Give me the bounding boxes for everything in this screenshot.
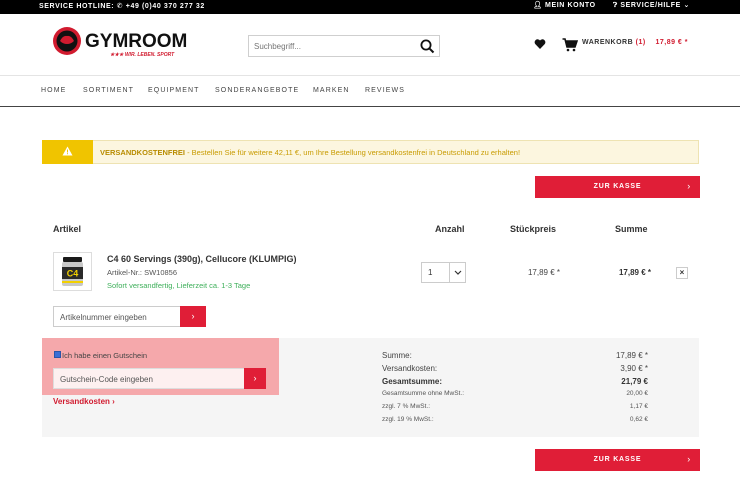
shipping-costs-link[interactable]: Versandkosten › [53, 397, 115, 406]
coupon-code-input[interactable]: Gutschein-Code eingeben [53, 368, 245, 389]
header-quantity: Anzahl [435, 224, 465, 234]
unit-price: 17,89 € * [527, 268, 560, 277]
cart-total: 17,89 € * [655, 39, 688, 46]
cart-count: (1) [635, 39, 646, 46]
summary-value: 3,90 € * [620, 364, 648, 373]
close-icon: × [679, 268, 685, 277]
delivery-status: Sofort versandfertig, Lieferzeit ca. 1-3… [107, 281, 251, 290]
article-number-input[interactable]: Artikelnummer eingeben [53, 306, 181, 327]
heart-icon[interactable] [534, 38, 546, 50]
chevron-right-icon: › [687, 181, 691, 191]
cart-label: WARENKORB [582, 39, 634, 46]
header-sum: Summe [615, 224, 648, 234]
nav-home[interactable]: HOME [41, 87, 66, 94]
nav-sortiment[interactable]: SORTIMENT [83, 87, 134, 94]
gymroom-logo[interactable]: GYMROOM ★★★ WIR. LEBEN. SPORT [52, 25, 202, 59]
question-icon: ❓︎ [613, 2, 618, 9]
checkout-label: ZUR KASSE [593, 456, 642, 463]
nav-equipment[interactable]: EQUIPMENT [148, 87, 200, 94]
account-label: MEIN KONTO [545, 2, 596, 9]
quantity-value: 1 [428, 268, 433, 277]
account-link[interactable]: 👤︎ MEIN KONTO [533, 1, 596, 9]
summary-label: zzgl. 19 % MwSt.: [382, 416, 434, 423]
nav-reviews[interactable]: REVIEWS [365, 87, 405, 94]
logo-wordmark: GYMROOM [85, 31, 187, 52]
summary-value: 1,17 € [629, 403, 648, 410]
product-image[interactable]: C4 [53, 252, 92, 291]
phone-icon: ✆ [116, 3, 124, 10]
chevron-right-icon: › [687, 454, 691, 464]
logo-slogan: ★★★ WIR. LEBEN. SPORT [110, 52, 175, 58]
service-menu[interactable]: ❓︎ SERVICE/HILFE ⌄ [613, 1, 690, 10]
shipping-costs-label: Versandkosten [53, 397, 110, 406]
main-navigation: HOME SORTIMENT EQUIPMENT SONDERANGEBOTE … [0, 77, 740, 107]
chevron-right-icon: › [253, 373, 257, 383]
checkout-button-top[interactable]: ZUR KASSE › [535, 176, 700, 198]
summary-label: Versandkosten: [382, 364, 438, 373]
notice-text: VERSANDKOSTENFREI - Bestellen Sie für we… [100, 148, 520, 157]
cart-link[interactable]: WARENKORB (1) 17,89 € * [582, 39, 688, 46]
checkout-button-bottom[interactable]: ZUR KASSE › [535, 449, 700, 471]
product-image-label: C4 [67, 269, 79, 279]
line-total: 17,89 € * [618, 268, 651, 277]
coupon-checkbox[interactable] [54, 351, 61, 358]
search-icon [420, 39, 435, 54]
warning-icon [62, 146, 73, 156]
product-sku: Artikel-Nr.: SW10856 [107, 268, 178, 277]
header-article: Artikel [53, 224, 82, 234]
service-label: SERVICE/HILFE [620, 2, 681, 9]
summary-label: zzgl. 7 % MwSt.: [382, 403, 431, 410]
hotline-number[interactable]: +49 (0)40 370 277 32 [126, 3, 205, 10]
search-box [248, 35, 440, 57]
product-name[interactable]: C4 60 Servings (390g), Cellucore (KLUMPI… [107, 254, 297, 264]
notice-title: VERSANDKOSTENFREI [100, 148, 186, 157]
add-article-button[interactable]: › [180, 306, 206, 327]
notice-message: - Bestellen Sie für weitere 42,11 €, um … [185, 148, 521, 157]
quantity-select[interactable]: 1 [421, 262, 466, 283]
free-shipping-notice: VERSANDKOSTENFREI - Bestellen Sie für we… [42, 140, 699, 164]
service-hotline: SERVICE HOTLINE: ✆ +49 (0)40 370 277 32 [39, 2, 205, 10]
chevron-down-icon: ⌄ [683, 2, 690, 9]
nav-sonderangebote[interactable]: SONDERANGEBOTE [215, 87, 299, 94]
checkout-label: ZUR KASSE [593, 183, 642, 190]
summary-label: Summe: [382, 351, 412, 360]
coupon-checkbox-label[interactable]: Ich habe einen Gutschein [62, 351, 147, 360]
search-button[interactable] [420, 39, 435, 54]
chevron-down-icon [454, 270, 462, 275]
site-header: GYMROOM ★★★ WIR. LEBEN. SPORT WARENKORB … [0, 14, 740, 76]
summary-label: Gesamtsumme ohne MwSt.: [382, 390, 464, 397]
summary-value: 17,89 € * [615, 351, 648, 360]
summary-value: 21,79 € [621, 377, 648, 386]
header-unit-price: Stückpreis [510, 224, 557, 234]
remove-item-button[interactable]: × [676, 267, 688, 279]
cart-icon[interactable] [562, 38, 579, 52]
chevron-right-icon: › [112, 397, 115, 406]
search-input[interactable] [249, 36, 409, 56]
user-icon: 👤︎ [533, 2, 543, 9]
quantity-dropdown-toggle[interactable] [449, 263, 465, 282]
summary-value: 20,00 € [626, 390, 648, 397]
warning-badge [42, 140, 93, 164]
nav-marken[interactable]: MARKEN [313, 87, 350, 94]
summary-label: Gesamtsumme: [382, 377, 443, 386]
top-bar: SERVICE HOTLINE: ✆ +49 (0)40 370 277 32 … [0, 0, 740, 14]
hotline-label: SERVICE HOTLINE: [39, 3, 115, 10]
coupon-submit-button[interactable]: › [244, 368, 266, 389]
summary-value: 0,62 € [629, 416, 648, 423]
chevron-right-icon: › [191, 311, 195, 321]
